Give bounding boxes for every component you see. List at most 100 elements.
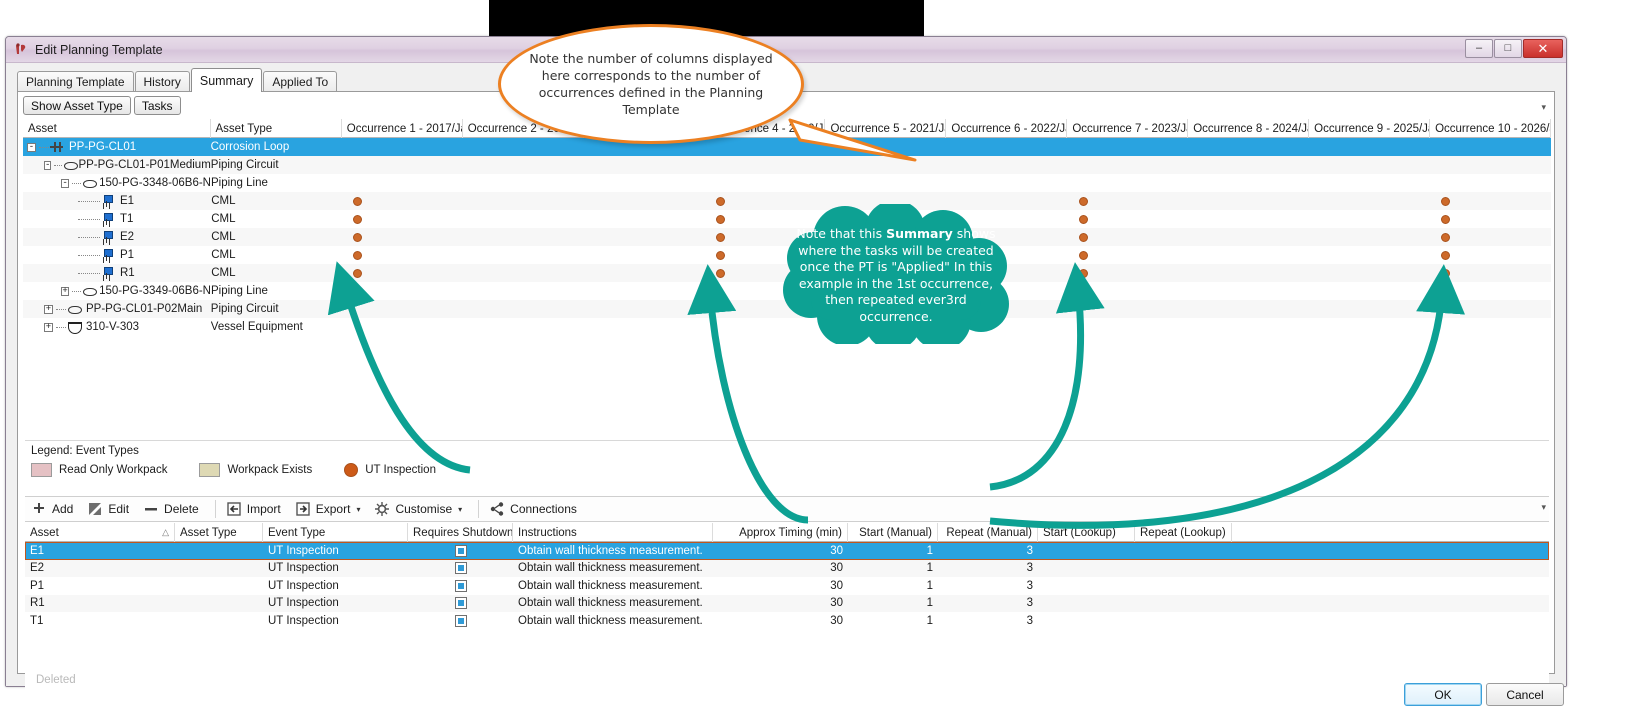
ut-inspection-event-icon[interactable]	[353, 233, 362, 242]
occurrence-cell[interactable]	[342, 174, 463, 192]
occurrence-cell[interactable]	[705, 156, 826, 174]
ut-inspection-event-icon[interactable]	[353, 197, 362, 206]
occurrence-cell[interactable]	[705, 138, 826, 156]
tree-expander-collapse-icon[interactable]: -	[61, 179, 69, 188]
task-col-header[interactable]: Event Type	[263, 523, 408, 542]
cancel-button[interactable]: Cancel	[1486, 683, 1564, 706]
occurrence-cell[interactable]	[584, 156, 705, 174]
occurrence-cell[interactable]	[1430, 300, 1551, 318]
tree-expander-expand-icon[interactable]: +	[61, 287, 69, 296]
occurrence-cell[interactable]	[1188, 318, 1309, 336]
occurrence-cell[interactable]	[705, 174, 826, 192]
summary-col-header[interactable]: Occurrence 1 - 2017/Jan	[342, 119, 463, 138]
ut-inspection-event-icon[interactable]	[1079, 215, 1088, 224]
tab-applied-to[interactable]: Applied To	[263, 71, 337, 91]
occurrence-cell[interactable]	[584, 246, 705, 264]
occurrence-cell[interactable]	[342, 282, 463, 300]
occurrence-cell[interactable]	[1430, 246, 1551, 264]
occurrence-cell[interactable]	[1430, 318, 1551, 336]
occurrence-cell[interactable]	[342, 138, 463, 156]
occurrence-cell[interactable]	[1188, 138, 1309, 156]
summary-col-header[interactable]: Asset	[23, 119, 211, 138]
tree-expander-expand-icon[interactable]: +	[44, 305, 53, 314]
customise-button[interactable]: Customise▾	[374, 501, 462, 517]
summary-col-header[interactable]: Occurrence 8 - 2024/Jan	[1188, 119, 1309, 138]
occurrence-cell[interactable]	[463, 156, 584, 174]
task-collapse-arrow[interactable]: ▾	[1541, 502, 1546, 513]
edit-button[interactable]: Edit	[87, 501, 129, 517]
occurrence-cell[interactable]	[826, 138, 947, 156]
task-col-header[interactable]: Asset Type	[175, 523, 263, 542]
occurrence-cell[interactable]	[584, 210, 705, 228]
occurrence-cell[interactable]	[1188, 264, 1309, 282]
ut-inspection-event-icon[interactable]	[716, 233, 725, 242]
occurrence-cell[interactable]	[1430, 138, 1551, 156]
occurrence-cell[interactable]	[584, 318, 705, 336]
occurrence-cell[interactable]	[463, 318, 584, 336]
occurrence-cell[interactable]	[342, 192, 463, 210]
task-row[interactable]: R1UT InspectionObtain wall thickness mea…	[25, 595, 1549, 613]
task-col-header[interactable]: Repeat (Manual)	[938, 523, 1038, 542]
occurrence-cell[interactable]	[342, 228, 463, 246]
occurrence-cell[interactable]	[1067, 318, 1188, 336]
occurrence-cell[interactable]	[1309, 246, 1430, 264]
task-col-header[interactable]: Requires Shutdown	[408, 523, 513, 542]
task-col-header[interactable]: Start (Manual)	[848, 523, 938, 542]
maximize-button[interactable]: □	[1494, 39, 1522, 58]
occurrence-cell[interactable]	[1430, 210, 1551, 228]
occurrence-cell[interactable]	[1067, 174, 1188, 192]
occurrence-cell[interactable]	[1067, 156, 1188, 174]
ut-inspection-event-icon[interactable]	[353, 251, 362, 260]
occurrence-cell[interactable]	[1068, 228, 1189, 246]
ut-inspection-event-icon[interactable]	[1079, 233, 1088, 242]
occurrence-cell[interactable]	[1309, 228, 1430, 246]
show-asset-type-button[interactable]: Show Asset Type	[23, 96, 131, 115]
occurrence-cell[interactable]	[1309, 318, 1430, 336]
tab-history[interactable]: History	[135, 71, 190, 91]
ut-inspection-event-icon[interactable]	[1441, 197, 1450, 206]
occurrence-cell[interactable]	[1309, 282, 1430, 300]
occurrence-cell[interactable]	[584, 300, 705, 318]
occurrence-cell[interactable]	[1188, 282, 1309, 300]
requires-shutdown-checkbox[interactable]	[455, 545, 467, 557]
occurrence-cell[interactable]	[947, 156, 1068, 174]
ut-inspection-event-icon[interactable]	[1079, 197, 1088, 206]
occurrence-cell[interactable]	[1430, 156, 1551, 174]
occurrence-cell[interactable]	[1188, 228, 1309, 246]
ut-inspection-event-icon[interactable]	[716, 251, 725, 260]
ut-inspection-event-icon[interactable]	[1441, 215, 1450, 224]
occurrence-cell[interactable]	[342, 264, 463, 282]
chevron-down-icon[interactable]: ▾	[458, 505, 462, 514]
summary-col-header[interactable]: Occurrence 5 - 2021/Jan	[825, 119, 946, 138]
occurrence-cell[interactable]	[463, 228, 584, 246]
occurrence-cell[interactable]	[1188, 210, 1309, 228]
ut-inspection-event-icon[interactable]	[1441, 251, 1450, 260]
ut-inspection-event-icon[interactable]	[1441, 269, 1450, 278]
occurrence-cell[interactable]	[1188, 174, 1309, 192]
chevron-down-icon[interactable]: ▾	[356, 505, 360, 514]
occurrence-cell[interactable]	[1068, 264, 1189, 282]
occurrence-cell[interactable]	[1068, 246, 1189, 264]
occurrence-cell[interactable]	[584, 228, 705, 246]
occurrence-cell[interactable]	[463, 264, 584, 282]
occurrence-cell[interactable]	[826, 156, 947, 174]
occurrence-cell[interactable]	[1309, 174, 1430, 192]
task-row[interactable]: T1UT InspectionObtain wall thickness mea…	[25, 612, 1549, 630]
requires-shutdown-checkbox[interactable]	[455, 597, 467, 609]
connections-button[interactable]: Connections	[489, 501, 577, 517]
summary-col-header[interactable]: Asset Type	[211, 119, 342, 138]
ut-inspection-event-icon[interactable]	[716, 269, 725, 278]
summary-col-header[interactable]: Occurrence 10 - 2026/J...	[1430, 119, 1551, 138]
ut-inspection-event-icon[interactable]	[353, 269, 362, 278]
occurrence-cell[interactable]	[342, 246, 463, 264]
occurrence-cell[interactable]	[1430, 264, 1551, 282]
minimize-button[interactable]: –	[1465, 39, 1493, 58]
task-col-header[interactable]: Repeat (Lookup)	[1135, 523, 1232, 542]
close-button[interactable]: ✕	[1523, 39, 1563, 58]
delete-button[interactable]: Delete	[143, 501, 199, 517]
tab-summary[interactable]: Summary	[191, 68, 262, 92]
task-row[interactable]: E2UT InspectionObtain wall thickness mea…	[25, 560, 1549, 578]
occurrence-cell[interactable]	[463, 174, 584, 192]
tab-planning-template[interactable]: Planning Template	[17, 71, 134, 91]
occurrence-cell[interactable]	[1309, 210, 1430, 228]
